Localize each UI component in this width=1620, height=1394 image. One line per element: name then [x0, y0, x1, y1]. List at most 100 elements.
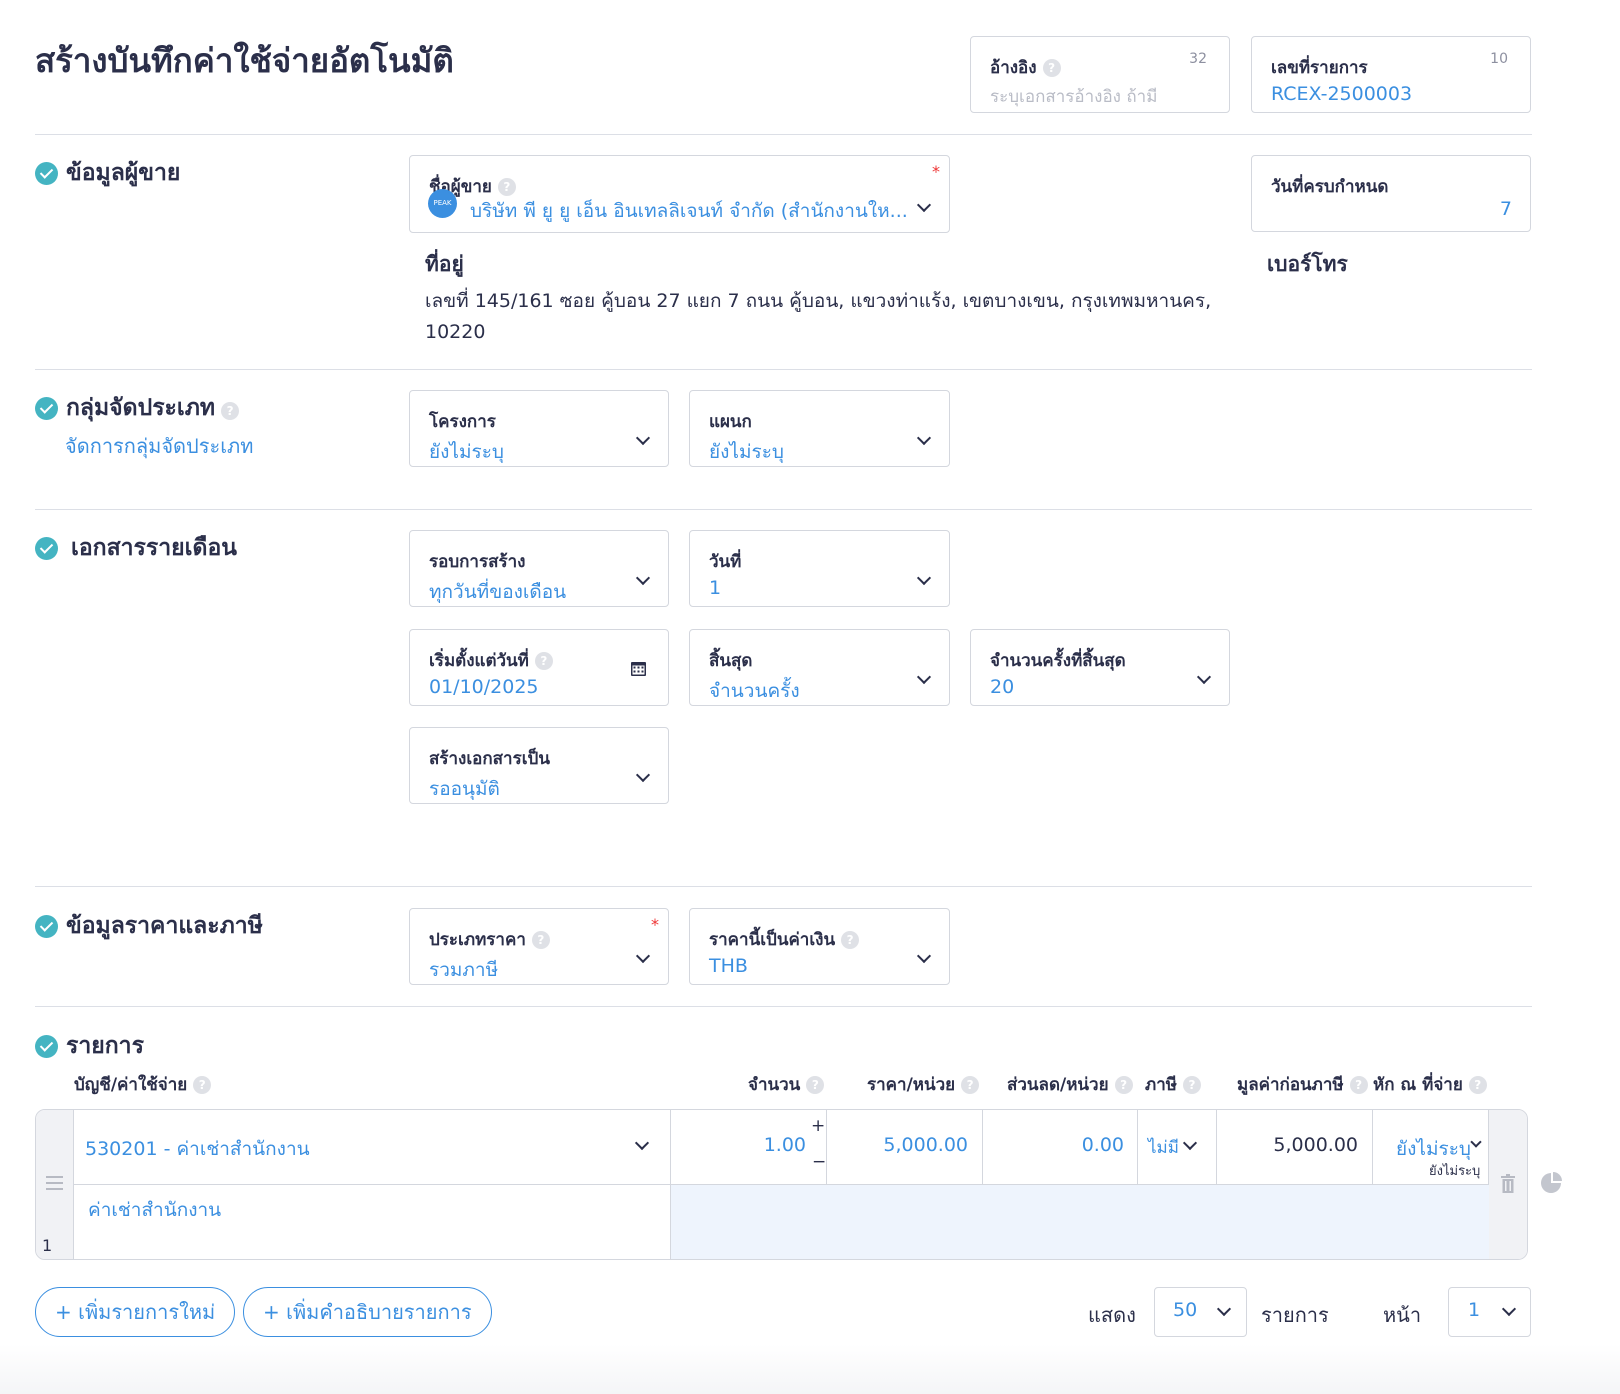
chevron-down-icon[interactable] — [1501, 1301, 1517, 1317]
help-icon[interactable]: ? — [1114, 1076, 1133, 1094]
day-label: วันที่ — [709, 552, 742, 572]
check-circle-icon — [35, 396, 58, 420]
project-select[interactable]: โครงการ ยังไม่ระบุ — [409, 390, 669, 467]
chevron-down-icon[interactable] — [916, 669, 932, 685]
document-number-input[interactable]: RCEX-2500003 — [1271, 83, 1412, 105]
cycle-select[interactable]: รอบการสร้าง ทุกวันที่ของเดือน — [409, 530, 669, 607]
chevron-down-icon[interactable] — [635, 430, 651, 446]
help-icon[interactable]: ? — [1468, 1076, 1487, 1094]
end-count-select[interactable]: จำนวนครั้งที่สิ้นสุด 20 — [970, 629, 1230, 706]
increment-button[interactable]: + — [811, 1116, 825, 1136]
drag-handle-icon[interactable] — [46, 1176, 63, 1178]
start-date-input[interactable]: 01/10/2025 — [429, 676, 539, 698]
reference-input[interactable]: ระบุเอกสารอ้างอิง ถ้ามี — [990, 83, 1157, 110]
chevron-down-icon[interactable] — [916, 197, 932, 213]
price-type-select[interactable]: ประเภทราคา? * รวมภาษี — [409, 908, 669, 985]
help-icon[interactable]: ? — [531, 931, 550, 949]
discount-input[interactable]: 0.00 — [984, 1134, 1124, 1156]
pie-chart-icon[interactable] — [1540, 1172, 1562, 1194]
help-icon[interactable]: ? — [1182, 1076, 1201, 1094]
pretax-value: 5,000.00 — [1273, 1134, 1358, 1156]
cycle-value: ทุกวันที่ของเดือน — [429, 581, 567, 603]
chevron-down-icon[interactable] — [1196, 669, 1212, 685]
column-header-account: บัญชี/ค่าใช้จ่าย? — [74, 1071, 212, 1098]
column-header-wht: หัก ณ ที่จ่าย? — [1373, 1071, 1487, 1098]
column-header-unit-price: ราคา/หน่วย? — [867, 1071, 980, 1098]
currency-label: ราคานี้เป็นค่าเงิน? — [709, 926, 860, 953]
page-label: หน้า — [1383, 1303, 1422, 1327]
document-number-counter: 10 — [1490, 51, 1508, 67]
chevron-down-icon[interactable] — [635, 570, 651, 586]
show-label: แสดง — [1088, 1303, 1136, 1327]
help-icon[interactable]: ? — [1349, 1076, 1368, 1094]
required-marker: * — [651, 915, 659, 934]
classification-section-title: กลุ่มจัดประเภท — [66, 395, 216, 421]
description-input[interactable]: ค่าเช่าสำนักงาน — [88, 1195, 221, 1225]
account-select[interactable]: 530201 - ค่าเช่าสำนักงาน — [85, 1134, 310, 1164]
check-circle-icon — [35, 536, 58, 560]
per-page-select[interactable]: 50 — [1154, 1287, 1247, 1337]
column-header-discount: ส่วนลด/หน่วย? — [1007, 1071, 1133, 1098]
unit-price-input[interactable]: 5,000.00 — [828, 1134, 968, 1156]
department-value: ยังไม่ระบุ — [709, 441, 784, 463]
chevron-down-icon[interactable] — [1182, 1135, 1198, 1151]
chevron-down-icon[interactable] — [635, 767, 651, 783]
document-number-field[interactable]: เลขที่รายการ 10 RCEX-2500003 — [1251, 36, 1531, 113]
chevron-down-icon[interactable] — [1470, 1136, 1482, 1148]
help-icon[interactable]: ? — [534, 652, 553, 670]
row-actions — [1488, 1110, 1527, 1259]
help-icon[interactable]: ? — [806, 1076, 825, 1094]
vendor-avatar: PEAK — [428, 189, 457, 218]
chevron-down-icon[interactable] — [916, 948, 932, 964]
add-item-button[interactable]: + เพิ่มรายการใหม่ — [35, 1287, 236, 1337]
start-date-field[interactable]: เริ่มตั้งแต่วันที่? 01/10/2025 — [409, 629, 669, 706]
page-root: สร้างบันทึกค่าใช้จ่ายอัตโนมัติ อ้างอิง? … — [0, 0, 1620, 1394]
create-as-select[interactable]: สร้างเอกสารเป็น รออนุมัติ — [409, 727, 669, 804]
chevron-down-icon[interactable] — [1216, 1301, 1232, 1317]
pricing-section-title: ข้อมูลราคาและภาษี — [66, 913, 263, 939]
chevron-down-icon[interactable] — [916, 570, 932, 586]
monthly-section-title: เอกสารรายเดือน — [71, 535, 237, 561]
help-icon[interactable]: ? — [221, 402, 240, 420]
calendar-icon[interactable] — [630, 660, 647, 677]
help-icon[interactable]: ? — [841, 931, 860, 949]
address-label: ที่อยู่ — [425, 252, 464, 276]
reference-field[interactable]: อ้างอิง? 32 ระบุเอกสารอ้างอิง ถ้ามี — [970, 36, 1230, 113]
divider — [35, 886, 1532, 887]
qty-input[interactable]: 1.00 — [676, 1134, 806, 1156]
help-icon[interactable]: ? — [193, 1076, 212, 1094]
row-handle[interactable]: 1 — [36, 1110, 74, 1259]
tax-select[interactable]: ไม่มี — [1148, 1134, 1179, 1161]
day-select[interactable]: วันที่ 1 — [689, 530, 950, 607]
department-select[interactable]: แผนก ยังไม่ระบุ — [689, 390, 950, 467]
page-select[interactable]: 1 — [1448, 1287, 1531, 1337]
bottom-shadow — [0, 1344, 1620, 1394]
items-label: รายการ — [1261, 1303, 1329, 1327]
chevron-down-icon[interactable] — [916, 430, 932, 446]
chevron-down-icon[interactable] — [635, 948, 651, 964]
classification-section-header: กลุ่มจัดประเภท ? — [35, 390, 240, 426]
divider — [35, 369, 1532, 370]
manage-classification-link[interactable]: จัดการกลุ่มจัดประเภท — [65, 430, 253, 462]
chevron-down-icon[interactable] — [634, 1135, 650, 1151]
column-header-tax: ภาษี? — [1145, 1071, 1201, 1098]
document-number-label: เลขที่รายการ — [1271, 58, 1368, 78]
divider — [35, 134, 1532, 135]
vendor-name-select[interactable]: ชื่อผู้ขาย? * PEAK บริษัท พี ยู ยู เอ็น … — [409, 155, 950, 233]
trash-icon[interactable] — [1500, 1174, 1516, 1193]
help-icon[interactable]: ? — [1042, 59, 1061, 77]
page-title: สร้างบันทึกค่าใช้จ่ายอัตโนมัติ — [35, 41, 454, 80]
decrement-button[interactable]: − — [812, 1152, 826, 1172]
end-type-select[interactable]: สิ้นสุด จำนวนครั้ง — [689, 629, 950, 706]
start-date-label: เริ่มตั้งแต่วันที่? — [429, 647, 553, 674]
due-date-field[interactable]: วันที่ครบกำหนด 7 — [1251, 155, 1531, 232]
currency-select[interactable]: ราคานี้เป็นค่าเงิน? THB — [689, 908, 950, 985]
help-icon[interactable]: ? — [961, 1076, 980, 1094]
row-index: 1 — [42, 1236, 53, 1255]
add-description-button[interactable]: + เพิ่มคำอธิบายรายการ — [243, 1287, 492, 1337]
help-icon[interactable]: ? — [497, 178, 516, 196]
price-type-label: ประเภทราคา? — [429, 926, 550, 953]
due-date-input[interactable]: 7 — [1500, 198, 1512, 220]
end-type-value: จำนวนครั้ง — [709, 680, 800, 702]
per-page-value: 50 — [1173, 1299, 1198, 1321]
